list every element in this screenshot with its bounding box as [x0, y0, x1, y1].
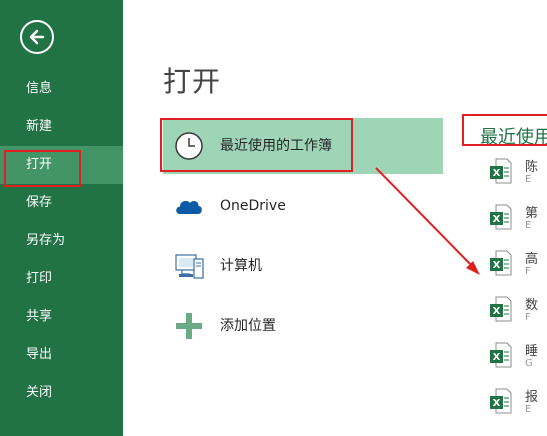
recent-file[interactable]: X 第 E	[483, 196, 547, 240]
file-path: E	[525, 174, 532, 185]
page-title: 打开	[163, 65, 222, 98]
arrow-left-icon	[29, 29, 45, 45]
open-panel: 打开 最近使用的工作簿 OneDrive 计算机 添加位置 最近使用 X 陈 E…	[123, 0, 547, 436]
clock-icon	[175, 132, 203, 160]
file-path: E	[525, 220, 532, 231]
file-path: E	[525, 404, 532, 415]
nav-item-new[interactable]: 新建	[0, 108, 123, 146]
svg-text:X: X	[493, 214, 501, 225]
cloud-icon	[176, 200, 202, 214]
excel-file-icon: X	[490, 250, 512, 276]
file-path: F	[525, 312, 531, 323]
excel-file-icon: X	[490, 388, 512, 414]
computer-icon	[175, 254, 204, 279]
file-name: 数	[525, 298, 539, 313]
nav-item-close[interactable]: 关闭	[0, 374, 123, 412]
file-path: G	[525, 358, 533, 369]
recent-file[interactable]: X 高 F	[483, 242, 547, 286]
nav-item-export[interactable]: 导出	[0, 336, 123, 374]
file-path: F	[525, 266, 531, 277]
place-label: 添加位置	[220, 318, 276, 334]
back-button[interactable]	[20, 20, 54, 54]
file-name: 睡	[525, 344, 539, 359]
place-add-location[interactable]: 添加位置	[163, 298, 443, 354]
svg-text:X: X	[493, 260, 501, 271]
excel-file-icon: X	[490, 204, 512, 230]
place-computer[interactable]: 计算机	[163, 238, 443, 294]
svg-text:X: X	[493, 306, 501, 317]
place-label: 计算机	[220, 258, 262, 274]
file-name: 高	[525, 252, 539, 267]
plus-icon	[176, 313, 202, 339]
place-label: 最近使用的工作簿	[220, 138, 332, 154]
recent-file[interactable]: X 陈 E	[483, 150, 547, 194]
nav-item-save-as[interactable]: 另存为	[0, 222, 123, 260]
svg-text:X: X	[493, 398, 501, 409]
file-name: 报	[525, 390, 539, 405]
place-label: OneDrive	[220, 198, 286, 214]
place-onedrive[interactable]: OneDrive	[163, 178, 443, 234]
nav-item-share[interactable]: 共享	[0, 298, 123, 336]
nav-item-print[interactable]: 打印	[0, 260, 123, 298]
file-name: 陈	[525, 160, 539, 175]
recent-file[interactable]: X 数 F	[483, 288, 547, 332]
recent-file[interactable]: X 睡 G	[483, 334, 547, 378]
nav-item-open[interactable]: 打开	[0, 146, 123, 184]
recent-workbooks-heading: 最近使用	[480, 127, 547, 148]
excel-file-icon: X	[490, 342, 512, 368]
excel-file-icon: X	[490, 158, 512, 184]
svg-text:X: X	[493, 168, 501, 179]
place-recent-workbooks[interactable]: 最近使用的工作簿	[163, 118, 443, 174]
svg-text:X: X	[493, 352, 501, 363]
backstage-sidebar: 信息 新建 打开 保存 另存为 打印 共享 导出 关闭	[0, 0, 123, 436]
nav-item-save[interactable]: 保存	[0, 184, 123, 222]
excel-file-icon: X	[490, 296, 512, 322]
recent-file[interactable]: X 报 E	[483, 380, 547, 424]
file-name: 第	[525, 206, 539, 221]
nav-item-info[interactable]: 信息	[0, 70, 123, 108]
